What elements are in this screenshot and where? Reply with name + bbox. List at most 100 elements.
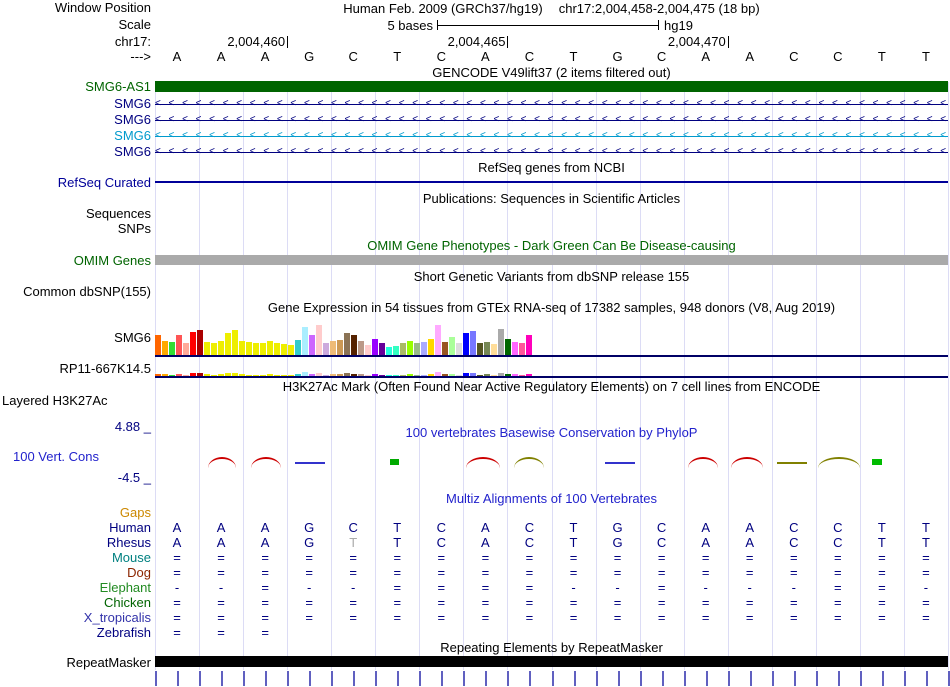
alignment-symbol[interactable]: C (507, 536, 551, 550)
alignment-symbol[interactable]: = (640, 551, 684, 565)
alignment-symbol[interactable]: - (596, 581, 640, 595)
alignment-symbol[interactable]: = (772, 611, 816, 625)
alignment-symbol[interactable]: A (199, 521, 243, 535)
alignment-symbol[interactable]: G (596, 536, 640, 550)
gtex-expression-bar[interactable] (218, 341, 224, 355)
alignment-symbol[interactable]: A (155, 521, 199, 535)
gtex-expression-bar[interactable] (183, 343, 189, 355)
alignment-symbol[interactable]: = (507, 581, 551, 595)
gtex-expression-bar[interactable] (344, 333, 350, 355)
ruler-base[interactable]: A (243, 50, 287, 64)
alignment-symbol[interactable]: = (375, 596, 419, 610)
alignment-symbol[interactable]: = (772, 566, 816, 580)
gtex-expression-bar[interactable] (407, 341, 413, 355)
alignment-symbol[interactable]: = (243, 566, 287, 580)
gtex-expression-bar[interactable] (470, 331, 476, 355)
alignment-symbol[interactable]: - (684, 581, 728, 595)
gtex-expression-bar[interactable] (295, 340, 301, 355)
alignment-symbol[interactable]: T (904, 521, 948, 535)
gtex-expression-bar[interactable] (190, 332, 196, 355)
alignment-symbol[interactable]: = (155, 626, 199, 640)
gtex-expression-bar[interactable] (302, 327, 308, 355)
gene-intron-arrows[interactable]: <<<<<<<<<<<<<<<<<<<<<<<<<<<<<<<<<<<<<<<<… (155, 129, 948, 143)
gtex-expression-bar[interactable] (323, 343, 329, 355)
alignment-symbol[interactable]: = (772, 596, 816, 610)
repeatmasker-bar[interactable] (155, 656, 948, 667)
refseq-curated-line[interactable] (155, 181, 948, 183)
alignment-symbol[interactable]: = (684, 551, 728, 565)
ruler-base[interactable]: C (419, 50, 463, 64)
alignment-symbol[interactable]: = (331, 566, 375, 580)
gtex-expression-bar[interactable] (372, 339, 378, 355)
alignment-symbol[interactable]: = (507, 596, 551, 610)
alignment-symbol[interactable]: = (904, 611, 948, 625)
gtex-expression-bar[interactable] (449, 337, 455, 355)
gene-intron-arrows[interactable]: <<<<<<<<<<<<<<<<<<<<<<<<<<<<<<<<<<<<<<<<… (155, 113, 948, 127)
alignment-symbol[interactable]: = (243, 611, 287, 625)
alignment-symbol[interactable]: A (463, 536, 507, 550)
conservation-mark[interactable] (251, 457, 281, 468)
alignment-symbol[interactable]: = (243, 581, 287, 595)
alignment-symbol[interactable]: = (419, 596, 463, 610)
gtex-expression-bar[interactable] (393, 346, 399, 355)
alignment-symbol[interactable]: = (375, 566, 419, 580)
ruler-coordinate[interactable]: 2,004,470 (632, 35, 726, 49)
gtex-expression-bar[interactable] (484, 342, 490, 355)
conservation-mark[interactable] (208, 457, 236, 468)
alignment-symbol[interactable]: = (199, 551, 243, 565)
ruler-base[interactable]: A (199, 50, 243, 64)
alignment-symbol[interactable]: A (243, 521, 287, 535)
alignment-symbol[interactable]: = (596, 566, 640, 580)
ruler-coordinate[interactable]: 2,004,460 (191, 35, 285, 49)
gtex-expression-bar[interactable] (505, 339, 511, 355)
alignment-symbol[interactable]: A (199, 536, 243, 550)
alignment-symbol[interactable]: = (684, 566, 728, 580)
ruler-base[interactable]: A (728, 50, 772, 64)
gtex-expression-bar[interactable] (477, 343, 483, 355)
gtex-expression-bar[interactable] (337, 340, 343, 355)
gtex-expression-bar[interactable] (267, 341, 273, 355)
alignment-symbol[interactable]: = (331, 596, 375, 610)
alignment-symbol[interactable]: = (419, 551, 463, 565)
ruler-base[interactable]: C (331, 50, 375, 64)
alignment-symbol[interactable]: = (816, 581, 860, 595)
alignment-symbol[interactable]: = (860, 596, 904, 610)
ruler-base[interactable]: T (904, 50, 948, 64)
gtex-expression-bar[interactable] (330, 341, 336, 355)
alignment-symbol[interactable]: = (904, 566, 948, 580)
alignment-symbol[interactable]: = (596, 551, 640, 565)
gtex-expression-bar[interactable] (435, 325, 441, 355)
conservation-mark[interactable] (688, 457, 718, 468)
gtex-expression-bar[interactable] (309, 335, 315, 355)
gtex-expression-bar[interactable] (400, 343, 406, 355)
alignment-symbol[interactable]: = (463, 581, 507, 595)
alignment-symbol[interactable]: - (904, 581, 948, 595)
alignment-symbol[interactable]: = (552, 611, 596, 625)
alignment-symbol[interactable]: = (728, 551, 772, 565)
alignment-symbol[interactable]: = (463, 611, 507, 625)
alignment-symbol[interactable]: = (860, 581, 904, 595)
alignment-symbol[interactable]: T (860, 536, 904, 550)
gtex-expression-bar[interactable] (351, 335, 357, 355)
alignment-symbol[interactable]: T (375, 536, 419, 550)
alignment-symbol[interactable]: G (287, 536, 331, 550)
alignment-symbol[interactable]: = (331, 551, 375, 565)
ruler-base[interactable]: A (684, 50, 728, 64)
alignment-symbol[interactable]: G (596, 521, 640, 535)
alignment-symbol[interactable]: = (507, 611, 551, 625)
alignment-symbol[interactable]: C (816, 521, 860, 535)
alignment-symbol[interactable]: = (463, 596, 507, 610)
conservation-mark[interactable] (731, 457, 763, 468)
gtex-expression-bar[interactable] (225, 333, 231, 355)
alignment-symbol[interactable]: G (287, 521, 331, 535)
alignment-symbol[interactable]: = (331, 611, 375, 625)
alignment-symbol[interactable]: = (772, 551, 816, 565)
alignment-symbol[interactable]: = (640, 581, 684, 595)
alignment-symbol[interactable]: = (904, 596, 948, 610)
alignment-symbol[interactable]: C (507, 521, 551, 535)
alignment-symbol[interactable]: C (419, 521, 463, 535)
gtex-expression-bar[interactable] (386, 347, 392, 355)
gtex-expression-bar[interactable] (316, 325, 322, 355)
gtex-expression-bar[interactable] (358, 341, 364, 355)
alignment-symbol[interactable]: A (728, 536, 772, 550)
